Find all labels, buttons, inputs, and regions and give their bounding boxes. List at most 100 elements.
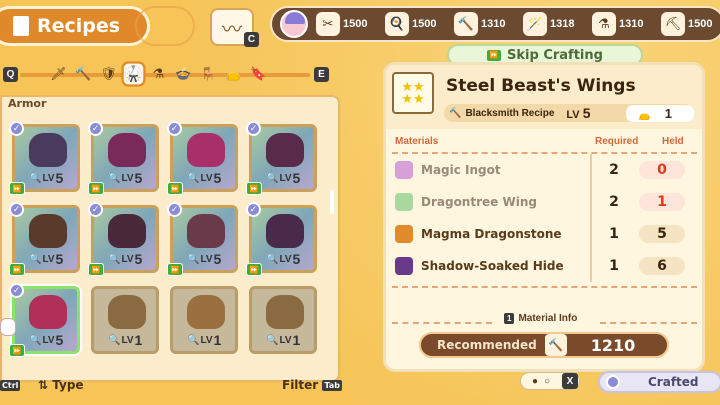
wing-icon: 〰 xyxy=(222,18,242,41)
item-name: Steel Beast's Wings xyxy=(446,76,636,96)
recipe-card[interactable]: 🔍 LV 5 ✓ ⏩ xyxy=(88,202,159,276)
category-tab-shield-icon[interactable]: 🛡 xyxy=(98,63,119,85)
magnifier-icon: 🔍 xyxy=(187,253,200,265)
check-icon: ✓ xyxy=(167,202,182,217)
category-tabs: 🗡 🔨 🛡 🥋 ⚗ 🍲 🪑 👝 🔖 xyxy=(48,61,269,87)
material-name: Magma Dragonstone xyxy=(421,227,562,241)
prev-category-key[interactable]: Q xyxy=(3,67,18,82)
book-icon xyxy=(13,16,29,36)
recipe-card[interactable]: 🔍 LV 1 xyxy=(91,286,159,354)
recipe-card[interactable]: 🔍 LV 5 ✓ ⏩ xyxy=(246,202,317,276)
resource-count: 1310 xyxy=(619,18,644,30)
recipe-card[interactable]: 🔍 LV 1 xyxy=(170,286,238,354)
magnifier-icon: 🔍 xyxy=(266,334,279,346)
material-info-label: Material Info xyxy=(518,313,578,324)
material-info-key: 1 xyxy=(504,313,515,324)
divider xyxy=(392,322,492,324)
armor-item-icon xyxy=(29,295,67,329)
resource-count: 1500 xyxy=(688,18,713,30)
magnifier-icon: 🔍 xyxy=(108,334,121,346)
material-icon xyxy=(395,161,413,179)
sort-key-hint: Ctrl xyxy=(0,380,21,391)
recipe-card[interactable]: 🔍 LV 5 ✓ ⏩ xyxy=(9,121,80,195)
material-icon xyxy=(395,257,413,275)
recipe-level: 🔍 LV 1 xyxy=(187,332,222,348)
check-icon: ✓ xyxy=(9,121,24,136)
next-category-key[interactable]: E xyxy=(314,67,329,82)
filter-button[interactable]: Filter Tab xyxy=(282,378,342,392)
column-divider xyxy=(590,154,592,282)
fast-forward-icon: ⏩ xyxy=(487,49,502,61)
sort-type-button[interactable]: ⇅ Type xyxy=(38,378,84,392)
fast-forward-icon: ⏩ xyxy=(88,263,104,276)
recipe-card[interactable]: 🔍 LV 5 ✓ ⏩ xyxy=(167,121,238,195)
material-icon xyxy=(395,193,413,211)
recipe-type: Blacksmith Recipe xyxy=(465,107,555,119)
material-name: Shadow-Soaked Hide xyxy=(421,259,564,273)
divider xyxy=(392,152,697,154)
material-icon xyxy=(395,225,413,243)
armor-item-icon xyxy=(29,133,67,167)
resource-shears: ✂ 1500 xyxy=(316,12,377,36)
resource-count: 1500 xyxy=(412,18,437,30)
skip-crafting-label: Skip Crafting xyxy=(507,47,603,63)
recipe-grid: 🔍 LV 5 ✓ ⏩ 🔍 LV 5 ✓ ⏩ 🔍 LV 5 ✓ ⏩ 🔍 LV 5 ✓ ⏩ 🔍 LV 5 ✓ ⏩ 🔍 LV 5 ✓ ⏩ 🔍 LV 5… xyxy=(9,121,317,357)
recipe-card[interactable]: 🔍 LV 5 ✓ ⏩ xyxy=(9,202,80,276)
armor-item-icon xyxy=(266,295,304,329)
resource-bar: ✂ 1500 🍳 1500 🔨 1310 🪄 1318 ⚗ 1310 ⛏ 1500 xyxy=(270,6,720,42)
pouch-icon: 👝 xyxy=(638,109,651,121)
recipe-card[interactable]: 🔍 LV 1 xyxy=(249,286,317,354)
category-tab-pot-icon[interactable]: 🍲 xyxy=(173,63,194,85)
armor-item-icon xyxy=(108,295,146,329)
fast-forward-icon: ⏩ xyxy=(167,182,183,195)
craft-count[interactable]: 👝 1 xyxy=(626,104,694,122)
scrollbar[interactable] xyxy=(330,190,334,214)
material-name: Dragontree Wing xyxy=(421,195,537,209)
magnifier-icon: 🔍 xyxy=(29,253,42,265)
recipe-level: 🔍 LV 1 xyxy=(108,332,143,348)
armor-item-icon xyxy=(266,133,304,167)
crafted-toggle[interactable]: Crafted xyxy=(598,371,720,393)
crafted-label: Crafted xyxy=(648,375,699,389)
fast-forward-icon: ⏩ xyxy=(246,263,262,276)
pickaxe-icon: ⛏ xyxy=(661,12,685,36)
category-tab-sword-icon[interactable]: 🗡 xyxy=(48,63,69,85)
category-tab-table-icon[interactable]: 🪑 xyxy=(198,63,219,85)
resource-count: 1500 xyxy=(343,18,368,30)
recipe-card[interactable]: 🔍 LV 5 ✓ ⏩ xyxy=(167,202,238,276)
recipe-card[interactable]: 🔍 LV 5 ✓ ⏩ xyxy=(246,121,317,195)
armor-item-icon xyxy=(108,214,146,248)
decorative-swirl xyxy=(135,6,195,46)
recommended-label: Recommended xyxy=(437,338,537,352)
category-tab-bag-icon[interactable]: 👝 xyxy=(223,63,244,85)
magnifier-icon: 🔍 xyxy=(29,334,42,346)
recipe-card[interactable]: 🔍 LV 5 ✓ ⏩ xyxy=(9,283,80,357)
shears-icon: ✂ xyxy=(316,12,340,36)
resource-pan: 🍳 1500 xyxy=(385,12,446,36)
category-tab-flask-icon[interactable]: ⚗ xyxy=(148,63,169,85)
recipe-card[interactable]: 🔍 LV 5 ✓ ⏩ xyxy=(88,121,159,195)
recipe-info-bar: 🔨 Blacksmith Recipe LV 5 👝 1 xyxy=(444,104,694,122)
resource-hammer: 🔨 1310 xyxy=(454,12,515,36)
check-icon: ✓ xyxy=(246,202,261,217)
category-tab-mace-icon[interactable]: 🔨 xyxy=(73,63,94,85)
potion-icon: ⚗ xyxy=(592,12,616,36)
check-icon: ✓ xyxy=(9,283,24,298)
armor-item-icon xyxy=(187,214,225,248)
magnifier-icon: 🔍 xyxy=(187,172,200,184)
check-icon: ✓ xyxy=(246,121,261,136)
magnifier-icon: 🔍 xyxy=(266,172,279,184)
category-tab-armor-icon[interactable]: 🥋 xyxy=(121,61,146,87)
resource-pickaxe: ⛏ 1500 xyxy=(661,12,720,36)
dot-icon: ● xyxy=(531,375,538,387)
required-col-header: Required xyxy=(595,136,639,147)
category-tab-bookmark-icon[interactable]: 🔖 xyxy=(248,63,269,85)
sort-icon: ⇅ xyxy=(38,378,49,392)
recipe-level: 🔍 LV 5 xyxy=(266,170,301,186)
close-key[interactable]: X xyxy=(562,373,578,389)
material-info-button[interactable]: 1 Material Info xyxy=(504,313,577,324)
fast-forward-icon: ⏩ xyxy=(88,182,104,195)
recipe-level: 🔍 LV 5 xyxy=(108,170,143,186)
hand-cursor xyxy=(0,318,16,336)
staff-icon: 🪄 xyxy=(523,12,547,36)
